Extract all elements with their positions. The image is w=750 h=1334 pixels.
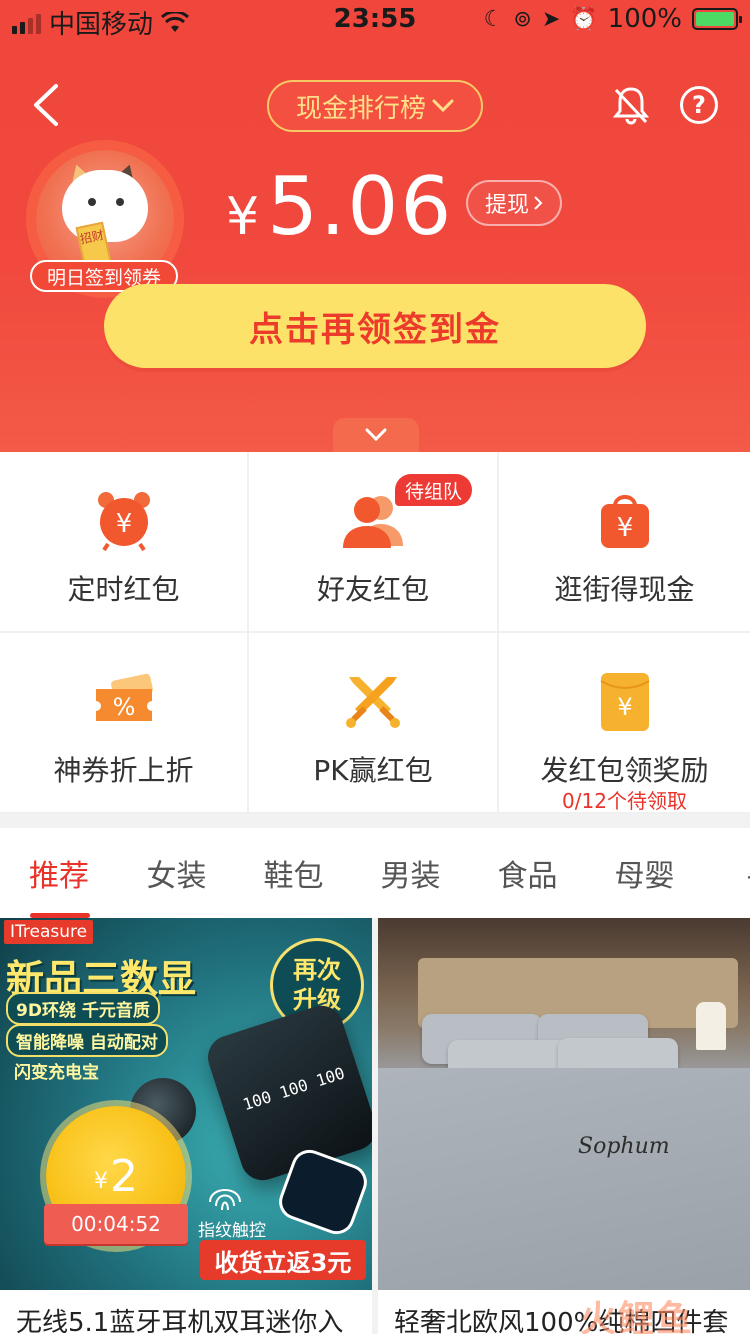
expand-toggle[interactable]	[333, 418, 419, 452]
chevron-right-icon	[534, 196, 543, 210]
friends-icon	[343, 496, 403, 548]
brand-tag: ITreasure	[4, 920, 94, 944]
feature-pill: 9D环绕 千元音质	[6, 992, 160, 1025]
chevron-down-icon	[432, 99, 454, 113]
svg-text:¥: ¥	[115, 509, 132, 539]
tab-food[interactable]: 食品	[469, 828, 586, 918]
shopping-bag-yen-icon: ¥	[600, 495, 649, 548]
currency-symbol: ¥	[226, 187, 260, 247]
grid-item-label: 发红包领奖励	[540, 754, 709, 787]
bell-off-icon[interactable]	[610, 84, 652, 126]
feature-pill: 智能降噪 自动配对	[6, 1024, 168, 1057]
grid-item-label: PK赢红包	[313, 754, 433, 787]
reward-amount: 2	[110, 1150, 138, 1202]
location-icon: ➤	[541, 6, 561, 32]
grid-item-label: 定时红包	[67, 573, 180, 606]
pending-count: 0/12个待领取	[562, 789, 687, 813]
grid-item-label: 好友红包	[316, 573, 429, 606]
fingerprint-icon	[209, 1189, 241, 1211]
grid-item-browse-cash[interactable]: ¥ 逛街得现金	[499, 452, 750, 633]
back-icon[interactable]	[28, 82, 68, 128]
battery-percent: 100%	[607, 4, 682, 34]
status-bar: 中国移动 23:55 ☾ ⊚ ➤ ⏰ 100%	[0, 0, 750, 40]
feature-pill: 闪变充电宝	[14, 1063, 99, 1083]
withdraw-button[interactable]: 提现	[466, 180, 562, 226]
grid-item-coupon-discount[interactable]: % 神券折上折	[0, 633, 249, 814]
red-envelope-yen-icon: ¥	[599, 673, 650, 731]
cash-balance: ¥ 5.06	[226, 160, 453, 253]
tab-phone[interactable]: 手	[703, 828, 750, 918]
tab-men[interactable]: 男装	[352, 828, 469, 918]
chevron-down-icon	[365, 428, 387, 442]
alarm-icon: ⏰	[570, 6, 598, 32]
svg-text:¥: ¥	[617, 693, 632, 721]
countdown-timer: 00:04:52	[44, 1204, 188, 1244]
grid-item-pk-red-packet[interactable]: PK赢红包	[249, 633, 499, 814]
ranking-label: 现金排行榜	[295, 93, 426, 124]
team-badge: 待组队	[395, 474, 473, 506]
coupon-percent-icon: %	[95, 673, 153, 721]
claim-signin-button[interactable]: 点击再领签到金	[104, 284, 646, 368]
product-image: Sophum	[378, 918, 750, 1290]
product-card[interactable]: Sophum 轻奢北欧风100%纯棉四件套	[378, 918, 750, 1334]
rotation-lock-icon: ⊚	[513, 6, 532, 32]
refund-banner: 收货立返3元	[200, 1240, 366, 1280]
category-tabs: 推荐 女装 鞋包 男装 食品 母婴 手	[0, 828, 750, 918]
balance-amount: 5.06	[267, 160, 454, 253]
help-icon[interactable]: ?	[680, 86, 718, 124]
product-title: 无线5.1蓝牙耳机双耳迷你入	[16, 1308, 344, 1334]
grid-item-timed-red-packet[interactable]: ¥ 定时红包	[0, 452, 249, 633]
ranking-dropdown[interactable]: 现金排行榜	[267, 80, 483, 132]
moon-icon: ☾	[483, 6, 504, 32]
grid-item-label: 神券折上折	[53, 754, 194, 787]
product-signature: Sophum	[578, 1134, 670, 1159]
product-image: ITreasure 新品三数显 9D环绕 千元音质 智能降噪 自动配对 闪变充电…	[0, 918, 372, 1290]
tab-baby[interactable]: 母婴	[586, 828, 703, 918]
grid-item-send-red-packet[interactable]: ¥ 发红包领奖励 0/12个待领取	[499, 633, 750, 814]
feature-grid: ¥ 定时红包 待组队 好友红包 ¥ 逛街得现金 % 神券折上折 PK赢红包 ¥ …	[0, 452, 750, 814]
watermark: 火鲤鱼	[580, 1299, 695, 1334]
earbuds-case: 100 100 100	[202, 1000, 372, 1186]
crossed-swords-icon	[346, 677, 400, 728]
header-hero: 中国移动 23:55 ☾ ⊚ ➤ ⏰ 100% 现金排行榜 ? 招财 明日签到领…	[0, 0, 750, 452]
tab-recommend[interactable]: 推荐	[0, 828, 118, 918]
grid-item-label: 逛街得现金	[554, 573, 695, 606]
tab-women[interactable]: 女装	[118, 828, 235, 918]
alarm-clock-yen-icon: ¥	[97, 492, 150, 552]
lamp	[696, 1002, 726, 1050]
tab-shoes-bags[interactable]: 鞋包	[235, 828, 352, 918]
svg-text:%: %	[112, 693, 135, 721]
battery-icon	[692, 8, 742, 30]
withdraw-label: 提现	[484, 193, 529, 218]
svg-text:¥: ¥	[616, 513, 633, 543]
fingerprint-label: 指纹触控	[198, 1221, 266, 1241]
grid-item-friend-red-packet[interactable]: 待组队 好友红包	[249, 452, 499, 633]
product-card[interactable]: ITreasure 新品三数显 9D环绕 千元音质 智能降噪 自动配对 闪变充电…	[0, 918, 372, 1334]
product-feed: ITreasure 新品三数显 9D环绕 千元音质 智能降噪 自动配对 闪变充电…	[0, 918, 750, 1334]
